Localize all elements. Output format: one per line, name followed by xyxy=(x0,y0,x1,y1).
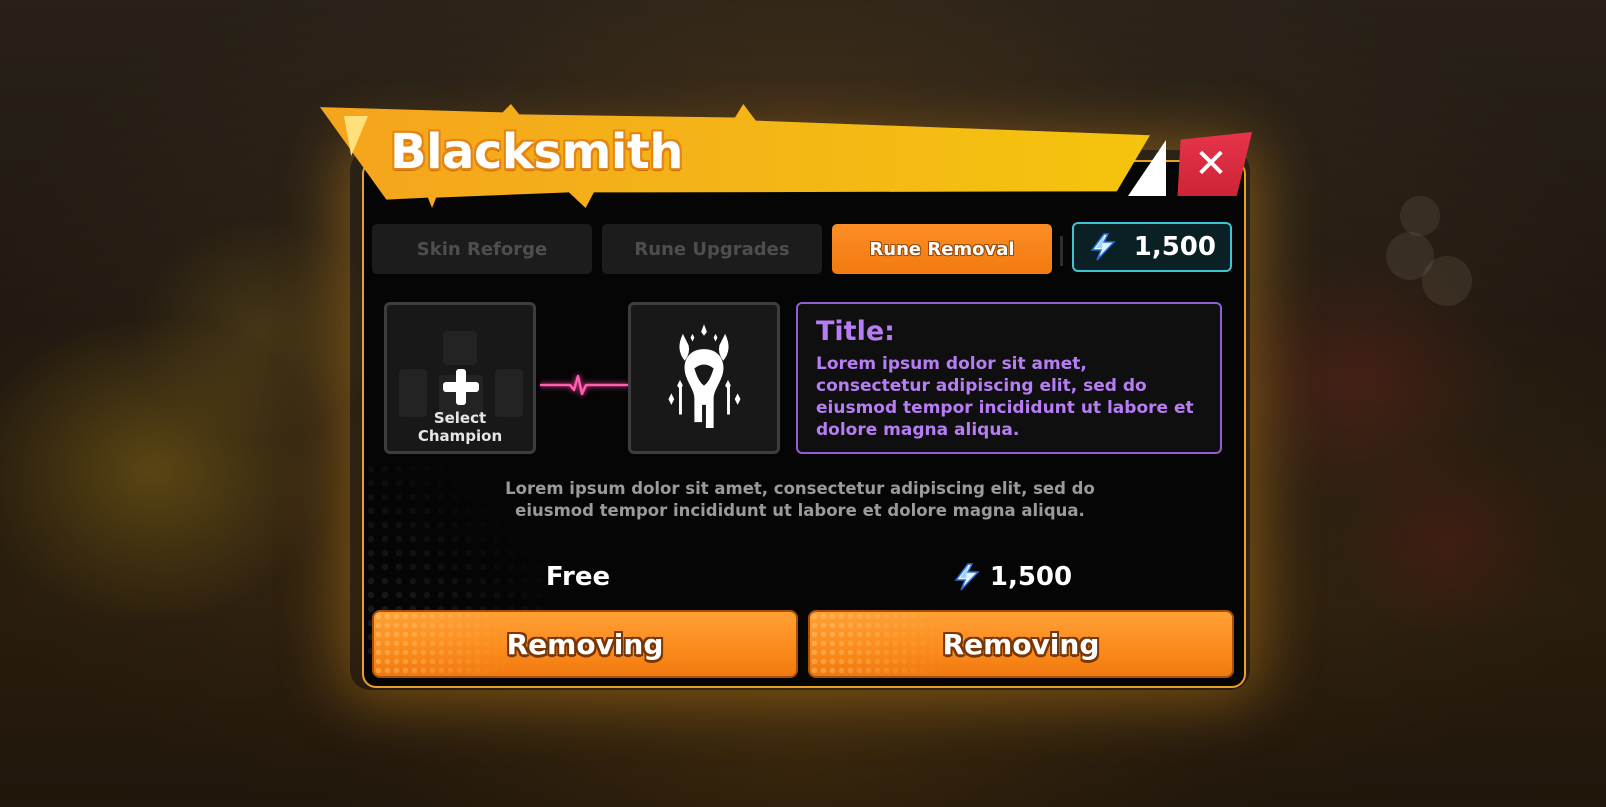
select-label-line1: Select xyxy=(433,409,487,427)
free-price-label: Free xyxy=(545,562,611,592)
gem-icon xyxy=(954,563,980,591)
tab-rune-upgrades[interactable]: Rune Upgrades xyxy=(602,224,822,274)
rune-info-box: Title: Lorem ipsum dolor sit amet, conse… xyxy=(796,302,1222,454)
tab-divider xyxy=(1060,236,1063,266)
plus-icon xyxy=(443,369,479,405)
remove-paid-button[interactable]: Removing xyxy=(808,610,1234,678)
gem-price-value: 1,500 xyxy=(989,562,1073,592)
select-champion-label: Select Champion xyxy=(387,409,533,445)
gem-icon xyxy=(1090,233,1116,261)
select-label-line2: Champion xyxy=(417,427,503,445)
currency-balance: 1,500 xyxy=(1072,222,1232,272)
tab-rune-removal[interactable]: Rune Removal xyxy=(832,224,1052,274)
remove-paid-label: Removing xyxy=(942,627,1100,661)
ghost-slot xyxy=(443,331,477,365)
heartbeat-connector-icon xyxy=(540,374,628,396)
select-champion-slot[interactable]: Select Champion xyxy=(384,302,536,454)
currency-value: 1,500 xyxy=(1133,232,1216,262)
free-price: Free xyxy=(478,562,678,592)
removal-description: Lorem ipsum dolor sit amet, consectetur … xyxy=(505,479,1095,520)
demon-rune-icon xyxy=(668,324,741,428)
info-text: Lorem ipsum dolor sit amet, consectetur … xyxy=(816,354,1194,440)
page-title: Blacksmith xyxy=(390,124,683,180)
close-icon: ✕ xyxy=(1194,141,1228,187)
tab-skin-reforge[interactable]: Skin Reforge xyxy=(372,224,592,274)
gem-price: 1,500 xyxy=(912,562,1112,592)
info-title: Title: xyxy=(816,316,895,347)
remove-free-label: Removing xyxy=(506,627,664,661)
remove-free-button[interactable]: Removing xyxy=(372,610,798,678)
rune-slot xyxy=(628,302,780,454)
